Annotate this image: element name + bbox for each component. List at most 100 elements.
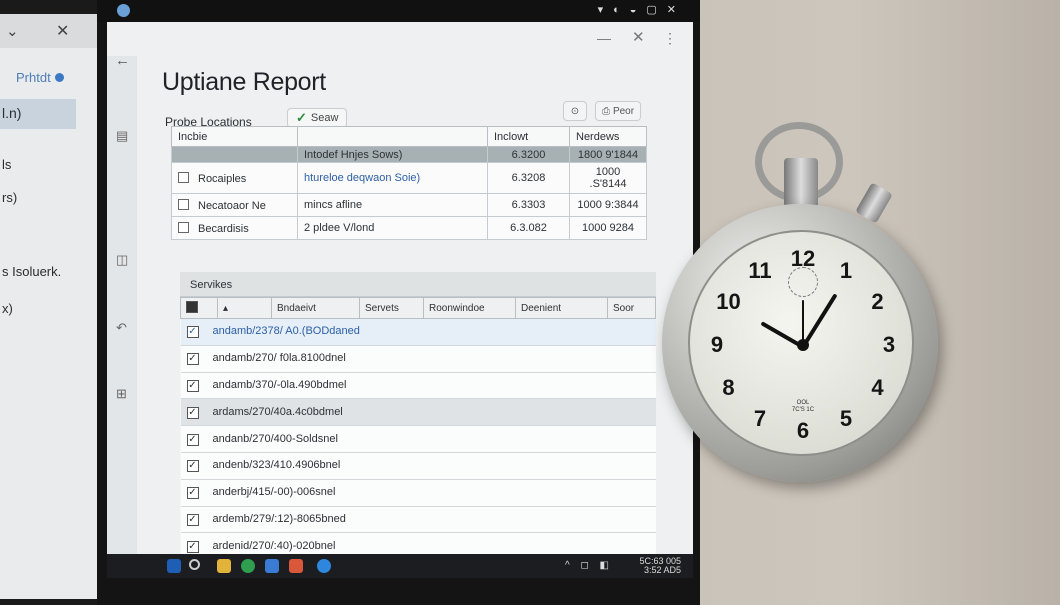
row-checkbox[interactable]: ✓ xyxy=(186,353,199,366)
dial-numeral: 11 xyxy=(748,257,772,283)
undo-icon[interactable]: ↶ xyxy=(116,320,128,336)
row-checkbox[interactable]: ✓ xyxy=(186,540,199,553)
service-endpoint: ardams/270/40a.4c0bdmel xyxy=(212,405,343,418)
table-row[interactable]: ✓ ardemb/279/:12)-8065bned xyxy=(180,506,656,534)
select-all-header[interactable] xyxy=(180,297,218,319)
refresh-button[interactable]: ⊙ xyxy=(563,101,587,121)
table-cell: 1800 9'1844 xyxy=(569,146,647,163)
print-link[interactable]: Prhtdt xyxy=(16,70,64,85)
browser-icon[interactable] xyxy=(241,559,255,573)
table-row[interactable]: ✓ andamb/370/-0la.490bdmel xyxy=(180,372,656,400)
status-dot-icon xyxy=(54,73,64,82)
dial-numeral: 8 xyxy=(722,375,735,400)
row-checkbox[interactable] xyxy=(178,198,189,210)
close-button[interactable]: ✕ xyxy=(632,28,645,46)
table-row[interactable]: ✓ andenb/323/410.4906bnel xyxy=(180,452,656,480)
secondary-screen: ⌄ ✕ Prhtdt l.n) ls rs) s Isoluerk. x) xyxy=(0,14,112,599)
selected-list-item[interactable]: l.n) xyxy=(0,99,76,129)
probe-window: 1000 9:3844 xyxy=(569,193,647,217)
save-button[interactable]: ✓ Seaw xyxy=(287,108,348,128)
row-checkbox[interactable]: ✓ xyxy=(186,379,199,392)
folder-icon[interactable] xyxy=(217,559,231,573)
hand-hub xyxy=(797,339,809,351)
taskbar-clock[interactable]: 5C:63 005 3:52 AD5 xyxy=(639,557,681,575)
row-checkbox[interactable]: ✓ xyxy=(186,326,199,339)
service-endpoint: ardemb/279/:12)-8065bned xyxy=(212,512,346,525)
store-icon[interactable] xyxy=(265,559,279,573)
list-item[interactable]: rs) xyxy=(2,190,17,205)
search-icon[interactable] xyxy=(189,559,200,570)
office-icon[interactable] xyxy=(289,559,303,573)
column-header[interactable]: Roonwindoe xyxy=(423,297,516,319)
tray-icons[interactable]: ^ ◻ ◧ xyxy=(565,560,613,571)
dial-numeral: 10 xyxy=(716,289,741,314)
page-icon[interactable]: ◫ xyxy=(116,252,128,268)
stopwatch-dial: 11 10 9 8 7 6 5 4 3 2 1 12 OOL 7C'S 1C xyxy=(688,230,914,456)
secondary-titlebar: ⌄ ✕ xyxy=(0,14,112,48)
dial-numeral: 2 xyxy=(871,289,884,314)
back-arrow-icon[interactable]: ← xyxy=(115,52,130,69)
services-heading: Servikes xyxy=(180,272,656,297)
edge-icon[interactable] xyxy=(317,559,331,573)
table-row[interactable]: ✓ anderbj/415/-00)-006snel xyxy=(180,479,656,507)
probe-target[interactable]: htureloe deqwaon Soie) xyxy=(297,162,488,194)
table-row-selected[interactable]: Intodef Hnjes Sows) 6.3200 1800 9'1844 xyxy=(171,146,647,163)
start-icon[interactable] xyxy=(167,559,181,573)
probe-locations-table: Incbie Inclowt Nerdews Intodef Hnjes Sow… xyxy=(171,126,647,240)
os-top-bar: ▾◐◒▢✕ xyxy=(97,0,700,22)
apps-icon[interactable]: ⊞ xyxy=(116,386,128,402)
window-controls[interactable]: ▾◐◒▢✕ xyxy=(598,3,686,16)
row-checkbox[interactable]: ✓ xyxy=(186,406,199,419)
column-header[interactable]: Incbie xyxy=(171,126,298,147)
table-row[interactable]: Necatoaor Ne mincs afline 6.3303 1000 9:… xyxy=(171,193,647,217)
probe-name: Becardisis xyxy=(198,222,249,235)
select-all-checkbox[interactable] xyxy=(186,300,198,313)
services-panel: Servikes ▴ Bndaeivt Servets Roonwindoe D… xyxy=(180,272,656,578)
service-endpoint: andenb/323/410.4906bnel xyxy=(212,459,341,472)
close-icon[interactable]: ✕ xyxy=(56,21,69,41)
row-checkbox[interactable]: ✓ xyxy=(186,433,199,446)
service-endpoint: andamb/270/ f0la.8100dnel xyxy=(212,352,346,365)
minimize-button[interactable]: — xyxy=(597,30,611,46)
dial-numeral: 7 xyxy=(753,406,767,432)
table-header-row: Incbie Inclowt Nerdews xyxy=(171,126,647,147)
column-header[interactable]: Servets xyxy=(359,297,424,319)
table-row[interactable]: Rocaiples htureloe deqwaon Soie) 6.3208 … xyxy=(171,162,647,194)
list-item[interactable]: x) xyxy=(2,301,13,316)
row-checkbox[interactable]: ✓ xyxy=(186,460,199,473)
app-titlebar: — ✕ ⋮ xyxy=(107,22,693,56)
column-header[interactable]: Deenient xyxy=(515,297,608,319)
row-checkbox[interactable]: ✓ xyxy=(186,513,199,526)
grid-icon[interactable]: ▤ xyxy=(116,128,128,144)
app-window: — ✕ ⋮ ▤ ◫ ↶ ⊞ ← Uptiane Report ⊙ ⎙ Peor … xyxy=(107,22,693,578)
probe-window: 1000 9284 xyxy=(569,216,647,240)
row-checkbox[interactable]: ✓ xyxy=(186,487,199,500)
column-header[interactable]: Inclowt xyxy=(487,126,570,147)
stopwatch: 11 10 9 8 7 6 5 4 3 2 1 12 OOL 7C'S 1C xyxy=(662,120,942,490)
checkmark-icon: ✓ xyxy=(296,110,307,125)
table-row[interactable]: ✓ andamb/270/ f0la.8100dnel xyxy=(180,345,656,373)
column-header[interactable] xyxy=(297,126,488,147)
dial-numeral: 5 xyxy=(839,406,853,432)
print-button-label: Peor xyxy=(612,105,635,117)
column-header[interactable]: Bndaeivt xyxy=(271,297,360,319)
laptop: ▾◐◒▢✕ — ✕ ⋮ ▤ ◫ ↶ ⊞ ← Uptiane Report ⊙ ⎙… xyxy=(97,0,700,605)
row-checkbox[interactable] xyxy=(178,221,189,233)
sort-header[interactable]: ▴ xyxy=(217,297,272,319)
column-header[interactable]: Soor xyxy=(607,297,656,319)
list-item[interactable]: s Isoluerk. xyxy=(2,264,61,279)
table-row[interactable]: ✓ andanb/270/400-Soldsnel xyxy=(180,425,656,453)
row-checkbox[interactable] xyxy=(178,171,189,183)
print-icon: ⎙ xyxy=(601,105,610,117)
print-button[interactable]: ⎙ Peor xyxy=(595,101,641,121)
table-row[interactable]: Becardisis 2 pldee V/lond 6.3.082 1000 9… xyxy=(171,216,647,240)
column-header[interactable]: Nerdews xyxy=(569,126,647,147)
table-row[interactable]: ✓ andamb/2378/ A0.(BODdaned xyxy=(180,318,656,346)
table-row[interactable]: ✓ ardams/270/40a.4c0bdmel xyxy=(180,398,656,427)
list-item[interactable]: ls xyxy=(2,157,11,172)
dial-brand: OOL 7C'S 1C xyxy=(792,400,814,414)
stopwatch-subdial xyxy=(788,267,818,297)
more-options-icon[interactable]: ⋮ xyxy=(663,30,677,47)
table-cell: 6.3200 xyxy=(487,146,570,163)
chevron-down-icon[interactable]: ⌄ xyxy=(6,22,19,40)
